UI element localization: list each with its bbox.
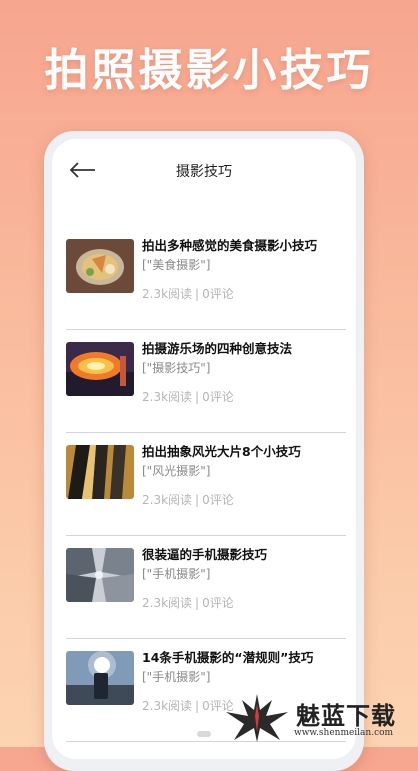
comment-count: 0评论 — [202, 493, 234, 507]
article-thumbnail-food — [66, 239, 134, 293]
article-item[interactable]: 拍出抽象风光大片8个小技巧 ["风光摄影"] 2.3k阅读 | 0评论 — [66, 433, 346, 536]
comment-count: 0评论 — [202, 390, 234, 404]
watermark-name: 魅蓝下载 — [296, 702, 396, 730]
article-list: 拍出多种感觉的美食摄影小技巧 ["美食摄影"] 2.3k阅读 | 0评论 拍摄游乐场… — [52, 227, 356, 742]
article-meta: 2.3k阅读 | 0评论 — [142, 285, 234, 302]
dragon-logo-icon — [226, 694, 288, 742]
article-tag: ["摄影技巧"] — [142, 361, 211, 375]
article-thumbnail-phone-silhouette — [66, 651, 134, 705]
comment-count: 0评论 — [202, 596, 234, 610]
article-title: 拍出抽象风光大片8个小技巧 — [142, 444, 301, 459]
article-meta: 2.3k阅读 | 0评论 — [142, 388, 234, 405]
article-item[interactable]: 拍出多种感觉的美食摄影小技巧 ["美食摄影"] 2.3k阅读 | 0评论 — [66, 227, 346, 330]
home-indicator — [197, 731, 211, 737]
read-count: 2.3k阅读 — [142, 390, 193, 404]
article-title: 很装逼的手机摄影技巧 — [142, 547, 268, 562]
meta-separator: | — [195, 287, 200, 301]
read-count: 2.3k阅读 — [142, 699, 193, 713]
article-title: 14条手机摄影的“潜规则”技巧 — [142, 650, 314, 665]
article-meta: 2.3k阅读 | 0评论 — [142, 594, 234, 611]
meta-separator: | — [195, 699, 200, 713]
comment-count: 0评论 — [202, 287, 234, 301]
article-thumbnail-amusement-park — [66, 342, 134, 396]
article-title: 拍出多种感觉的美食摄影小技巧 — [142, 238, 318, 253]
meta-separator: | — [195, 596, 200, 610]
article-thumbnail-abstract-landscape — [66, 445, 134, 499]
article-meta: 2.3k阅读 | 0评论 — [142, 491, 234, 508]
top-bar: 摄影技巧 — [52, 139, 356, 201]
site-watermark: 魅蓝下载 www.shenmeilan.com — [222, 690, 412, 744]
article-title: 拍摄游乐场的四种创意技法 — [142, 341, 293, 356]
article-thumbnail-city-buildings — [66, 548, 134, 602]
watermark-url: www.shenmeilan.com — [294, 728, 394, 738]
read-count: 2.3k阅读 — [142, 596, 193, 610]
article-meta: 2.3k阅读 | 0评论 — [142, 697, 234, 714]
read-count: 2.3k阅读 — [142, 493, 193, 507]
read-count: 2.3k阅读 — [142, 287, 193, 301]
article-item[interactable]: 拍摄游乐场的四种创意技法 ["摄影技巧"] 2.3k阅读 | 0评论 — [66, 330, 346, 433]
article-tag: ["手机摄影"] — [142, 670, 211, 684]
meta-separator: | — [195, 390, 200, 404]
article-tag: ["风光摄影"] — [142, 464, 211, 478]
page-title: 摄影技巧 — [176, 163, 232, 179]
headline-banner: 拍照摄影小技巧 — [44, 45, 374, 96]
article-item[interactable]: 很装逼的手机摄影技巧 ["手机摄影"] 2.3k阅读 | 0评论 — [66, 536, 346, 639]
article-tag: ["美食摄影"] — [142, 258, 211, 272]
article-tag: ["手机摄影"] — [142, 567, 211, 581]
app-screen: 摄影技巧 拍出多种感觉的美食摄影小技巧 ["美食摄影"] 2.3k阅读 | 0评论 — [52, 139, 356, 759]
meta-separator: | — [195, 493, 200, 507]
